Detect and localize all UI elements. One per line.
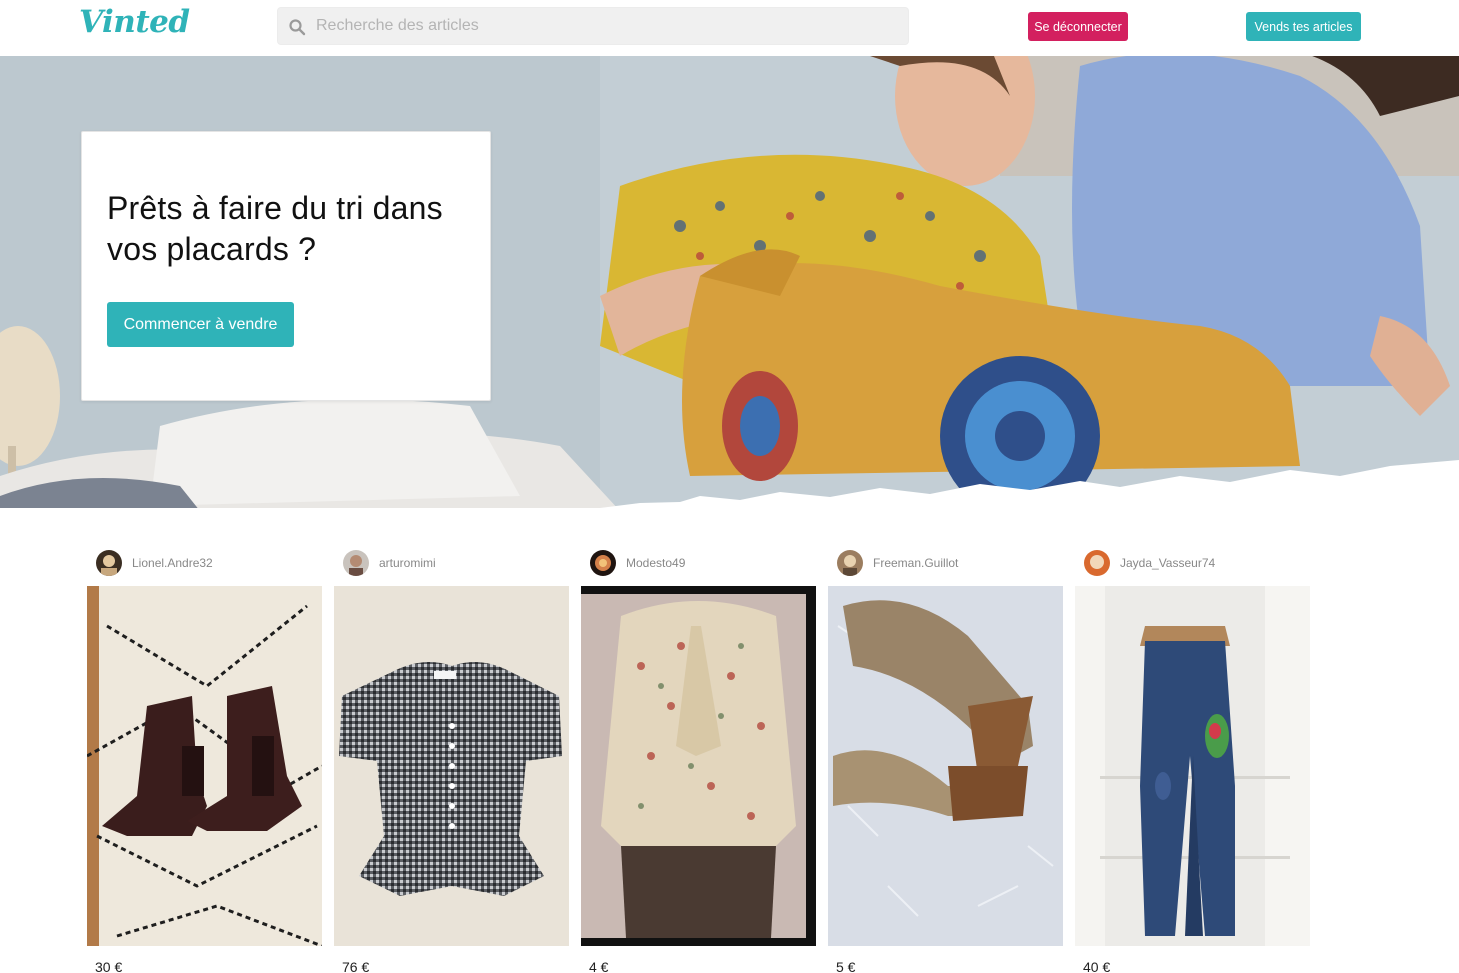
item-card[interactable]: Jayda_Vasseur74 40 €: [1075, 511, 1310, 973]
avatar: [96, 550, 122, 576]
item-photo-floral-blouse[interactable]: [581, 586, 816, 946]
sell-items-button[interactable]: Vends tes articles: [1246, 12, 1361, 41]
item-price: 40 €: [1083, 959, 1111, 973]
avatar: [590, 550, 616, 576]
seller-info[interactable]: Modesto49: [590, 550, 685, 576]
item-photo-blouse[interactable]: [334, 586, 569, 946]
seller-info[interactable]: Lionel.Andre32: [96, 550, 213, 576]
search-bar[interactable]: [277, 7, 909, 45]
seller-name: Jayda_Vasseur74: [1120, 556, 1216, 570]
seller-name: Lionel.Andre32: [132, 556, 213, 570]
avatar: [1084, 550, 1110, 576]
item-photo-jeans[interactable]: [1075, 586, 1310, 946]
vinted-logo[interactable]: Vinted: [79, 4, 190, 40]
search-icon: [289, 19, 306, 36]
item-card[interactable]: Modesto49 4 €: [581, 511, 816, 973]
seller-name: Freeman.Guillot: [873, 556, 959, 570]
item-card[interactable]: Lionel.Andre32 30 €: [87, 511, 322, 973]
avatar: [343, 550, 369, 576]
seller-info[interactable]: Jayda_Vasseur74: [1084, 550, 1215, 576]
top-bar: Vinted Se déconnecter Vends tes articles: [0, 0, 1459, 56]
seller-info[interactable]: arturomimi: [343, 550, 436, 576]
avatar: [837, 550, 863, 576]
seller-name: Modesto49: [626, 556, 686, 570]
item-price: 30 €: [95, 959, 123, 973]
item-card[interactable]: arturomimi 76 €: [334, 511, 569, 973]
item-feed: Lionel.Andre32 30 € arturomimi 76 € Mode…: [0, 511, 1459, 973]
seller-info[interactable]: Freeman.Guillot: [837, 550, 958, 576]
hero-banner: Prêts à faire du tri dans vos placards ?…: [0, 56, 1459, 511]
item-price: 4 €: [589, 959, 609, 973]
search-input[interactable]: [316, 8, 896, 44]
seller-name: arturomimi: [379, 556, 436, 570]
logout-button[interactable]: Se déconnecter: [1028, 12, 1128, 41]
hero-card: Prêts à faire du tri dans vos placards ?…: [81, 131, 491, 401]
item-card[interactable]: Freeman.Guillot 5 €: [828, 511, 1063, 973]
hero-title: Prêts à faire du tri dans vos placards ?: [107, 190, 443, 267]
item-photo-boots[interactable]: [87, 586, 322, 946]
start-selling-button[interactable]: Commencer à vendre: [107, 302, 294, 347]
item-price: 76 €: [342, 959, 370, 973]
item-photo-wedges[interactable]: [828, 586, 1063, 946]
item-price: 5 €: [836, 959, 856, 973]
